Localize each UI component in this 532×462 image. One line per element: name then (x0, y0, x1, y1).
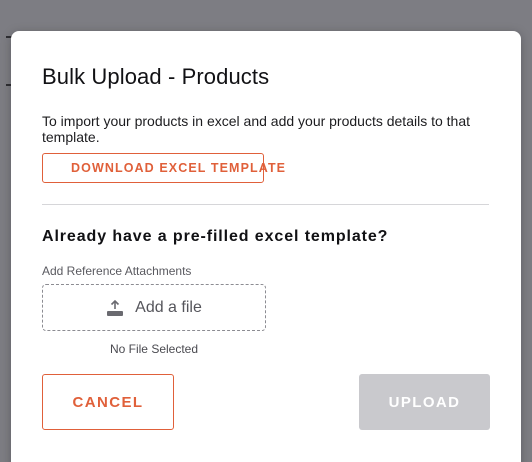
download-template-button[interactable]: DOWNLOAD EXCEL TEMPLATE (42, 153, 285, 183)
file-status: No File Selected (109, 342, 199, 356)
dialog-description: To import your products in excel and add… (42, 113, 471, 145)
upload-button[interactable]: UPLOAD (359, 374, 490, 430)
dialog-title: Bulk Upload - Products (42, 64, 270, 89)
file-upload-dropzone[interactable]: Add a file (42, 284, 266, 331)
upload-icon (106, 299, 124, 317)
section-heading: Already have a pre-filled excel template… (42, 228, 389, 245)
cancel-button[interactable]: CANCEL (42, 374, 174, 430)
attachments-label: Add Reference Attachments (42, 264, 192, 278)
add-file-label: Add a file (135, 298, 202, 316)
bulk-upload-dialog: Bulk Upload - Products To import your pr… (11, 31, 521, 462)
divider (42, 204, 489, 205)
